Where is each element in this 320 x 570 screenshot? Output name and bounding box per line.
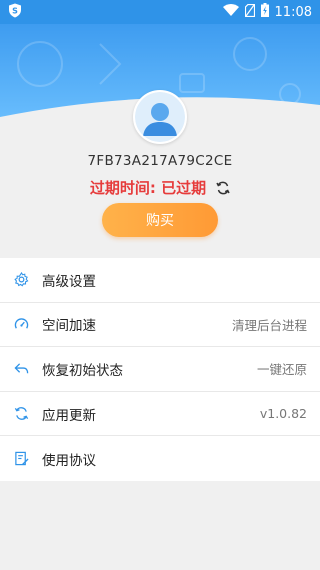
restore-icon — [13, 361, 29, 377]
menu-label: 高级设置 — [42, 273, 96, 290]
menu-label: 空间加速 — [42, 318, 96, 335]
menu-value: 一键还原 — [256, 362, 307, 378]
avatar[interactable] — [133, 90, 187, 144]
svg-text:S: S — [12, 6, 18, 15]
update-icon — [13, 406, 29, 422]
menu-item-app-update[interactable]: 应用更新 v1.0.82 — [0, 392, 320, 437]
gear-icon — [13, 272, 29, 288]
menu-value: v1.0.82 — [259, 406, 307, 422]
menu-item-space-accelerate[interactable]: 空间加速 清理后台进程 — [0, 303, 320, 348]
shield-s-icon: S — [8, 3, 22, 22]
battery-charging-icon — [260, 3, 269, 21]
document-edit-icon — [13, 451, 29, 467]
menu-value: 清理后台进程 — [231, 317, 307, 333]
device-id: 7FB73A217A79C2CE — [87, 153, 233, 169]
settings-menu: 高级设置 空间加速 清理后台进程 恢复初始状态 一键还原 应用更新 v1.0.8… — [0, 258, 320, 481]
menu-label: 恢复初始状态 — [42, 362, 123, 379]
expire-row: 过期时间: 已过期 — [0, 177, 320, 198]
menu-label: 应用更新 — [42, 407, 96, 424]
buy-button[interactable]: 购买 — [102, 203, 218, 237]
expire-status: 过期时间: 已过期 — [89, 179, 207, 197]
menu-item-restore[interactable]: 恢复初始状态 一键还原 — [0, 347, 320, 392]
wifi-icon — [222, 4, 239, 20]
no-sim-icon — [244, 3, 255, 21]
menu-item-user-agreement[interactable]: 使用协议 — [0, 436, 320, 481]
status-bar: S 11:08 — [0, 0, 320, 24]
menu-label: 使用协议 — [42, 452, 96, 469]
menu-item-advanced-settings[interactable]: 高级设置 — [0, 258, 320, 303]
refresh-icon[interactable] — [216, 181, 230, 195]
clock-time: 11:08 — [274, 4, 312, 20]
speedometer-icon — [13, 316, 29, 332]
user-avatar-icon — [135, 92, 185, 142]
